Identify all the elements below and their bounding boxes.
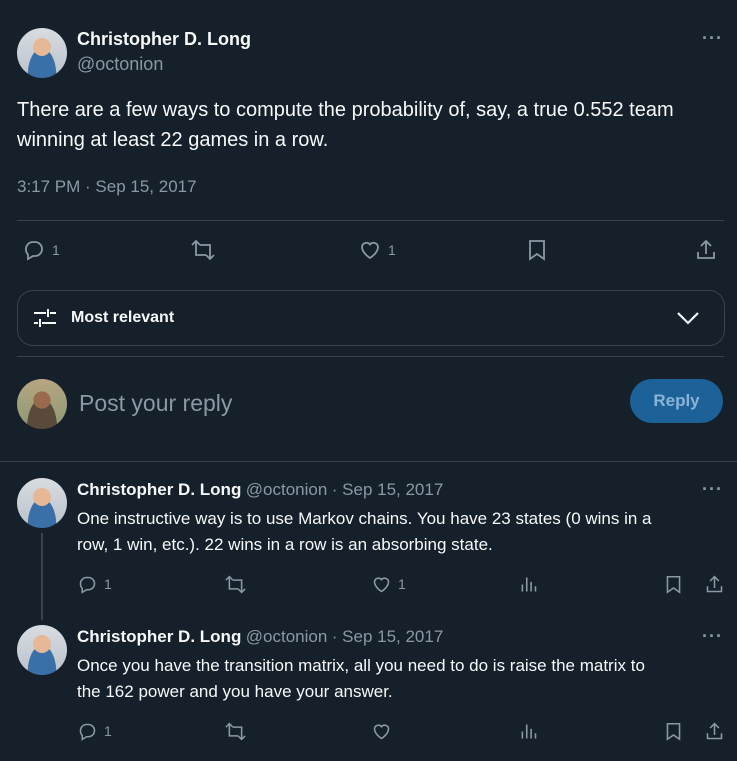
reply-action[interactable]: 1 [77,719,112,743]
reply-button[interactable]: Reply [630,379,723,423]
reply-count: 1 [104,576,112,592]
repost-action[interactable] [190,236,216,264]
reply-author-name[interactable]: Christopher D. Long [77,480,241,499]
reply-count: 1 [52,242,60,258]
share-icon [706,722,723,739]
reply-count: 1 [104,723,112,739]
author-avatar[interactable] [17,28,67,78]
like-action[interactable]: 1 [371,572,406,596]
repost-icon [191,239,215,261]
user-avatar[interactable] [17,379,67,429]
author-handle[interactable]: @octonion [77,54,163,75]
analytics-icon [521,577,537,591]
bookmark-icon [529,240,545,261]
bookmark-icon [666,575,681,594]
share-icon [706,575,723,592]
reply-input[interactable]: Post your reply [79,390,232,417]
repost-action[interactable] [224,719,247,743]
bookmark-icon [666,722,681,741]
sort-filter-dropdown[interactable]: Most relevant [17,290,725,346]
views-action[interactable] [518,719,539,743]
bookmark-action[interactable] [664,572,683,596]
filter-label: Most relevant [71,309,175,326]
author-name[interactable]: Christopher D. Long [77,29,251,50]
divider [17,356,724,357]
bookmark-action[interactable] [526,236,548,264]
reply-icon [79,576,96,594]
like-count: 1 [388,242,396,258]
reply-author-handle[interactable]: @octonion [246,627,328,646]
reply-text-line: the 162 power and you have your answer. [77,682,393,701]
share-action[interactable] [704,572,725,596]
heart-icon [373,723,390,739]
reply-date[interactable]: · Sep 15, 2017 [332,627,444,646]
more-options-icon[interactable]: ··· [702,626,723,647]
divider [17,220,724,221]
bookmark-action[interactable] [664,719,683,743]
chevron-down-icon [677,312,699,325]
like-action[interactable] [371,719,392,743]
repost-icon [225,722,246,740]
share-action[interactable] [704,719,725,743]
heart-icon [373,576,390,592]
heart-icon [361,241,379,260]
reply-action[interactable]: 1 [22,236,60,264]
reply-action[interactable]: 1 [77,572,112,596]
divider [0,461,737,462]
reply-date[interactable]: · Sep 15, 2017 [332,480,444,499]
reply-text-line: Once you have the transition matrix, all… [77,656,645,675]
reply-icon [79,723,96,741]
more-options-icon[interactable]: ··· [702,479,723,500]
reply-text: One instructive way is to use Markov cha… [77,506,727,558]
share-action[interactable] [694,236,718,264]
reply-text-line: row, 1 win, etc.). 22 wins in a row is a… [77,535,493,554]
thread-connector [41,533,43,620]
sliders-icon [34,309,56,327]
views-action[interactable] [518,572,539,596]
reply-icon [25,241,43,261]
analytics-icon [521,724,537,738]
like-count: 1 [398,576,406,592]
reply-header: Christopher D. Long @octonion · Sep 15, … [77,480,443,500]
reply-avatar[interactable] [17,625,67,675]
reply-avatar[interactable] [17,478,67,528]
like-action[interactable]: 1 [358,236,396,264]
reply-text: Once you have the transition matrix, all… [77,653,727,705]
reply-header: Christopher D. Long @octonion · Sep 15, … [77,627,443,647]
more-options-icon[interactable]: ··· [702,28,723,49]
share-icon [697,239,715,259]
tweet-timestamp[interactable]: 3:17 PM · Sep 15, 2017 [17,177,197,197]
repost-action[interactable] [224,572,247,596]
repost-icon [225,575,246,593]
reply-author-name[interactable]: Christopher D. Long [77,627,241,646]
tweet-text: There are a few ways to compute the prob… [17,99,674,151]
reply-text-line: One instructive way is to use Markov cha… [77,509,652,528]
reply-author-handle[interactable]: @octonion [246,480,328,499]
